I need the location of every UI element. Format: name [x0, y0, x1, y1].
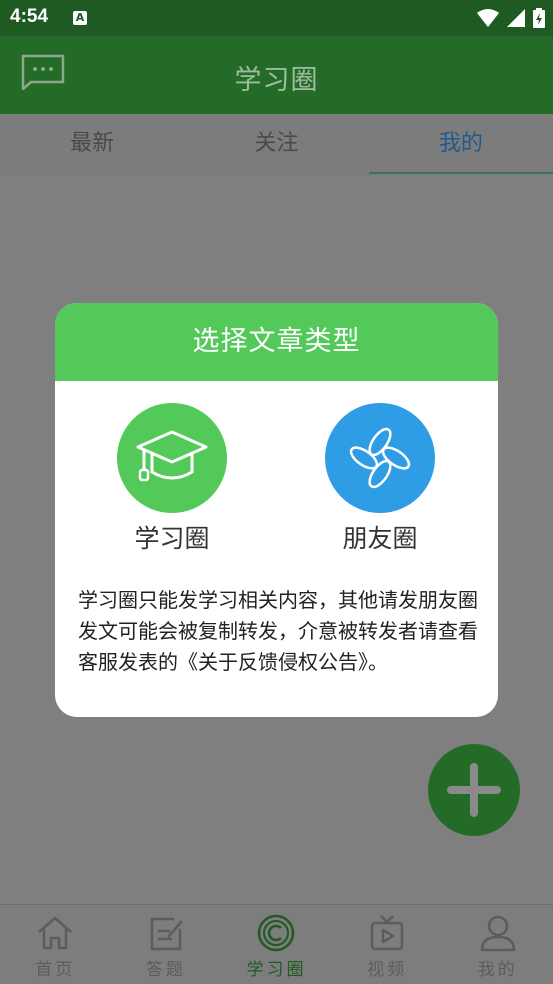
- nav-label-study-circle: 学习圈: [246, 960, 307, 980]
- nav-item-study-circle[interactable]: 学习圈: [221, 905, 332, 984]
- user-icon: [480, 915, 515, 952]
- page-title: 学习圈: [234, 65, 319, 96]
- app-bar: 学习圈: [0, 36, 553, 114]
- dialog-notice: 学习圈只能发学习相关内容，其他请发朋友圈 发文可能会被复制转发，介意被转发者请查…: [78, 585, 478, 678]
- status-bar: 4:54 A: [0, 0, 553, 36]
- nav-label-home: 首页: [35, 960, 76, 980]
- friends-circle-option-label: 朋友圈: [342, 524, 418, 553]
- home-icon: [38, 916, 73, 950]
- edit-icon: [150, 917, 183, 951]
- notification-icon: A: [73, 11, 87, 25]
- bottom-nav: 首页 答题 学习圈 视频 我的: [0, 904, 553, 984]
- nav-label-quiz: 答题: [145, 960, 186, 980]
- pinwheel-icon: [349, 427, 411, 489]
- nav-item-quiz[interactable]: 答题: [111, 905, 222, 984]
- dialog-title: 选择文章类型: [55, 303, 498, 381]
- friends-circle-option-icon-bg[interactable]: [325, 403, 435, 513]
- tv-icon: [370, 915, 404, 951]
- status-time: 4:54: [10, 6, 49, 27]
- add-post-button[interactable]: [428, 744, 520, 836]
- tab-latest[interactable]: 最新: [0, 114, 184, 176]
- tab-bar: 最新 关注 我的: [0, 114, 553, 176]
- study-circle-option-label: 学习圈: [134, 524, 210, 553]
- circle-c-icon: [258, 914, 295, 952]
- dialog-notice-line-1: 学习圈只能发学习相关内容，其他请发朋友圈: [78, 588, 478, 612]
- nav-item-mine[interactable]: 我的: [442, 905, 553, 984]
- tab-following[interactable]: 关注: [184, 114, 368, 176]
- graduation-cap-icon: [136, 430, 208, 482]
- nav-item-video[interactable]: 视频: [332, 905, 443, 984]
- friends-circle-option[interactable]: 朋友圈: [315, 403, 445, 555]
- post-type-dialog: 选择文章类型 学习圈 朋友圈 学习圈只能发学习相关内容，其他请发朋友圈 发文可能…: [55, 303, 498, 717]
- wifi-icon: [477, 9, 499, 27]
- nav-label-mine: 我的: [477, 960, 518, 980]
- nav-item-home[interactable]: 首页: [0, 905, 111, 984]
- signal-icon: [507, 9, 525, 27]
- nav-label-video: 视频: [367, 960, 408, 980]
- dialog-notice-line-2: 发文可能会被复制转发，介意被转发者请查看客服发表的《关于反馈侵权公告》。: [78, 619, 478, 674]
- tab-mine[interactable]: 我的: [368, 114, 553, 176]
- status-icons: [477, 8, 545, 28]
- study-circle-option[interactable]: 学习圈: [107, 403, 237, 555]
- study-circle-option-icon-bg[interactable]: [117, 403, 227, 513]
- battery-icon: [533, 8, 545, 28]
